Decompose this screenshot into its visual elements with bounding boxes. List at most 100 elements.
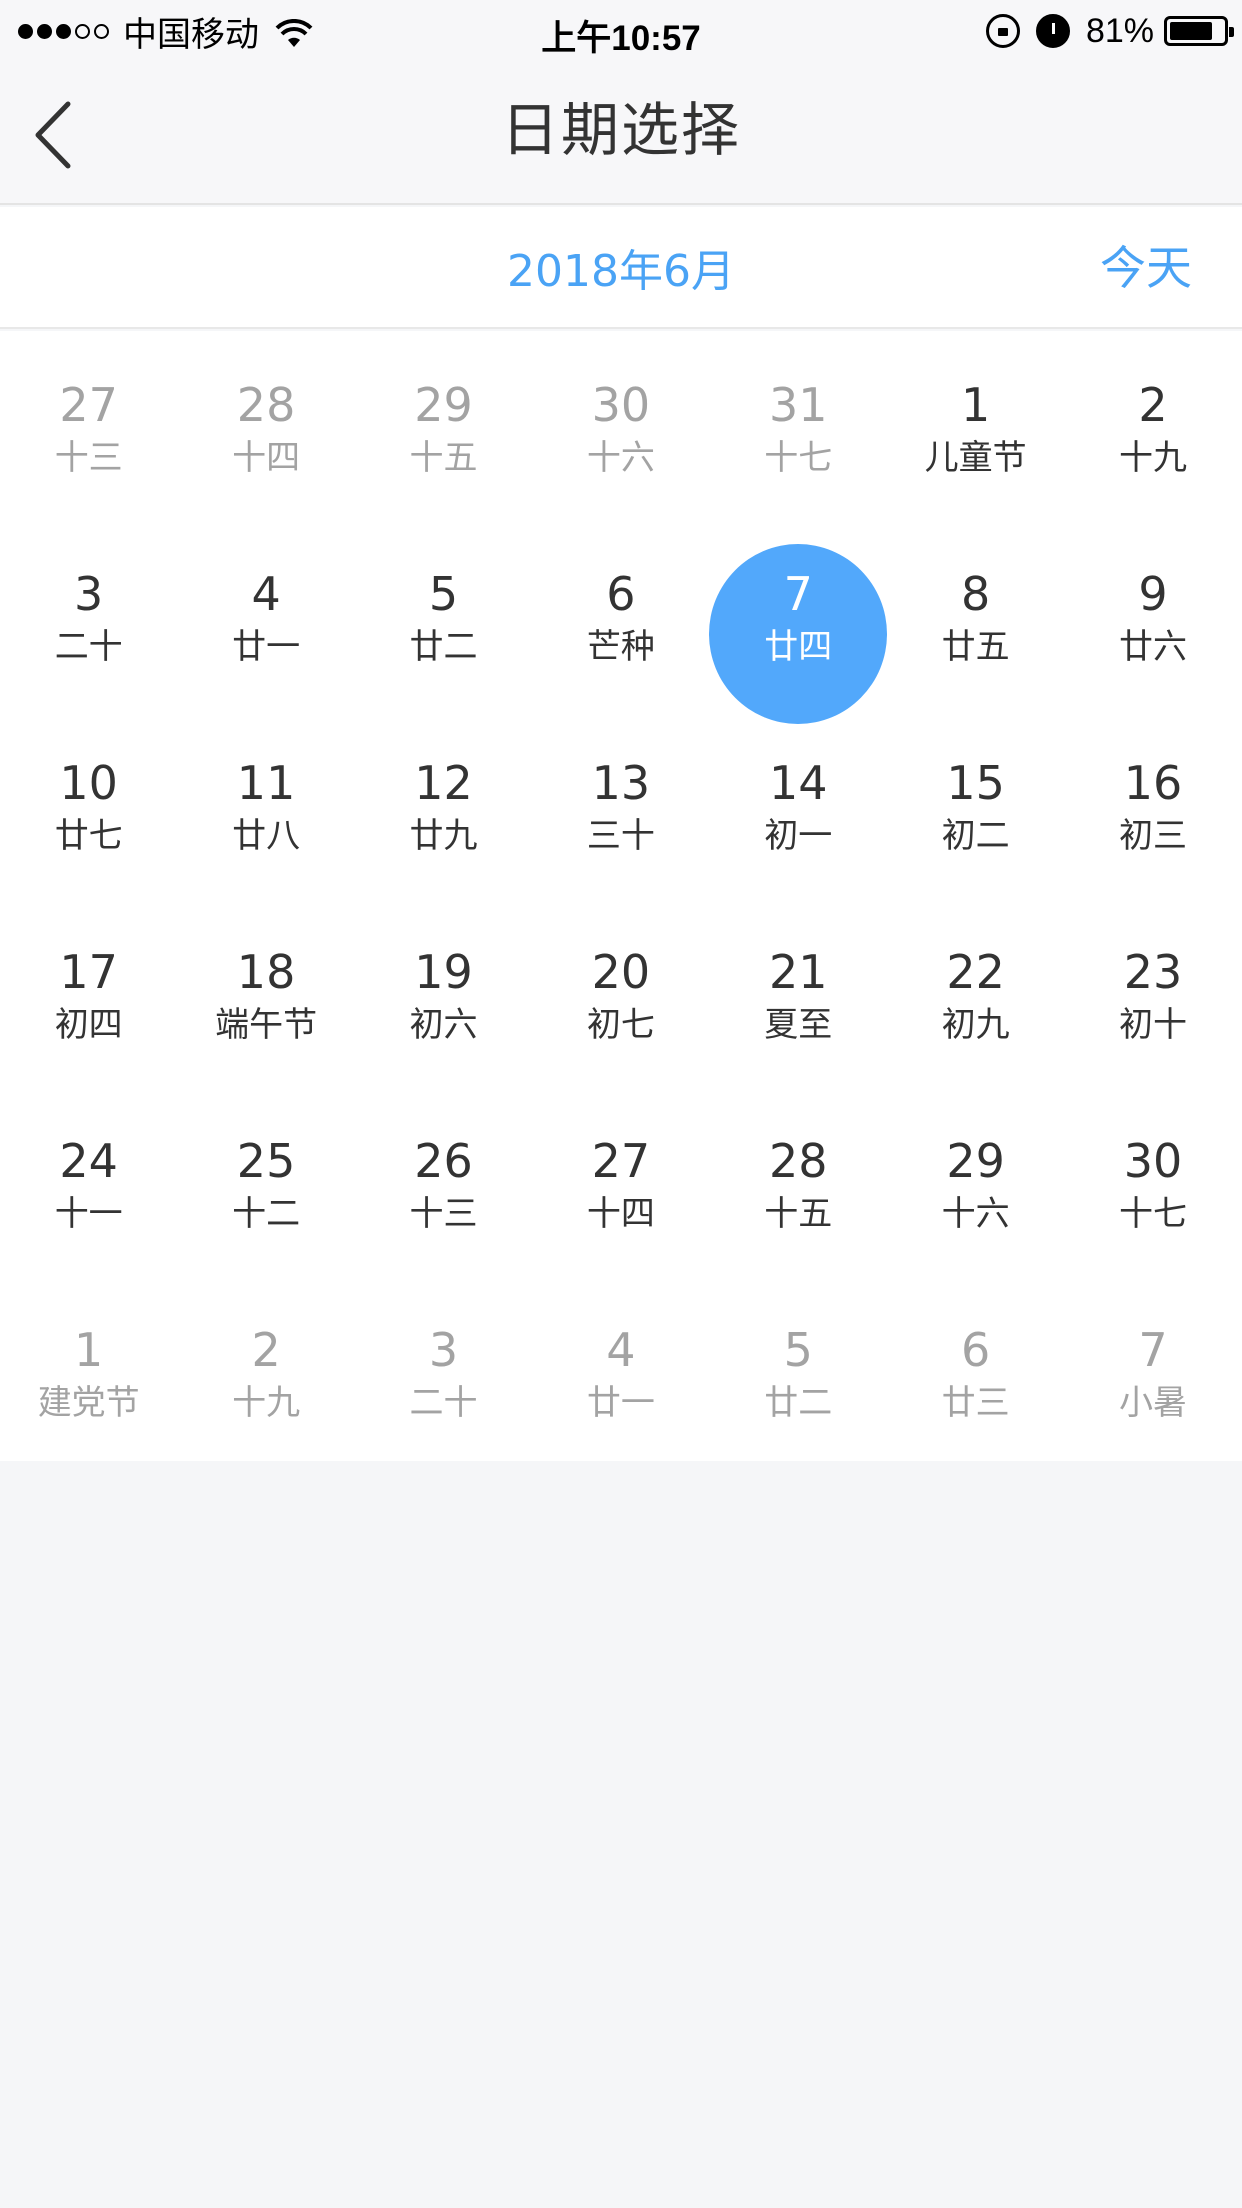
day-cell[interactable]: 1 建党节: [0, 1276, 177, 1465]
day-cell[interactable]: 18 端午节: [177, 898, 354, 1087]
day-lunar-label: 十三: [409, 1194, 478, 1234]
day-number: 1: [74, 1323, 104, 1377]
day-cell[interactable]: 9 廿六: [1064, 520, 1241, 709]
day-cell[interactable]: 31 十七: [710, 331, 887, 520]
day-lunar-label: 十四: [232, 438, 301, 478]
today-button[interactable]: 今天: [1100, 207, 1192, 329]
day-cell-inner: 27 十四: [532, 1111, 710, 1291]
day-cell-inner: 11 廿八: [177, 733, 355, 913]
day-number: 28: [768, 1134, 828, 1188]
day-number: 11: [236, 756, 296, 810]
day-cell[interactable]: 27 十三: [0, 331, 177, 520]
day-cell[interactable]: 21 夏至: [710, 898, 887, 1087]
month-header: 2018年6月 今天: [0, 207, 1242, 329]
day-cell[interactable]: 5 廿二: [710, 1276, 887, 1465]
day-cell[interactable]: 28 十四: [177, 331, 354, 520]
day-cell[interactable]: 29 十五: [355, 331, 532, 520]
day-cell[interactable]: 17 初四: [0, 898, 177, 1087]
day-number: 14: [768, 756, 828, 810]
day-number: 3: [428, 1323, 459, 1377]
orientation-lock-icon: [985, 14, 1020, 48]
day-cell[interactable]: 7 小暑: [1064, 1276, 1241, 1465]
day-number: 9: [1138, 567, 1168, 621]
day-cell[interactable]: 4 廿一: [532, 1276, 709, 1465]
day-cell[interactable]: 5 廿二: [355, 520, 532, 709]
day-cell[interactable]: 11 廿八: [177, 709, 354, 898]
week-row: 24 十一 25 十二 26 十三 27 十四 28 十五 29 十六 30 十七: [0, 1087, 1242, 1276]
day-cell[interactable]: 30 十六: [532, 331, 709, 520]
day-cell[interactable]: 8 廿五: [887, 520, 1064, 709]
day-cell[interactable]: 2 十九: [177, 1276, 354, 1465]
day-cell-inner: 3 二十: [0, 544, 178, 724]
day-lunar-label: 二十: [409, 1383, 478, 1423]
day-lunar-label: 十三: [54, 438, 123, 478]
page-title: 日期选择: [500, 96, 741, 164]
day-number: 22: [946, 945, 1005, 999]
day-cell[interactable]: 19 初六: [355, 898, 532, 1087]
day-number: 4: [251, 567, 281, 621]
week-row: 1 建党节 2 十九 3 二十 4 廿一 5 廿二 6 廿三 7 小暑: [0, 1276, 1242, 1465]
week-row: 17 初四 18 端午节 19 初六 20 初七 21 夏至 22 初九 23 初十: [0, 898, 1242, 1087]
day-cell-selected[interactable]: 7 廿四: [709, 520, 888, 724]
day-cell[interactable]: 12 廿九: [355, 709, 532, 898]
day-cell-inner: 9 廿六: [1064, 544, 1242, 724]
day-cell[interactable]: 30 十七: [1064, 1087, 1241, 1276]
day-lunar-label: 十四: [586, 1194, 655, 1234]
day-cell-inner: 2 十九: [1064, 355, 1242, 535]
day-cell-inner: 24 十一: [0, 1111, 178, 1291]
day-number: 6: [606, 567, 636, 621]
day-cell-inner: 1 建党节: [0, 1300, 178, 1480]
day-lunar-label: 廿一: [586, 1383, 655, 1423]
day-cell[interactable]: 2 十九: [1064, 331, 1241, 520]
day-cell-inner: 4 廿一: [532, 1300, 710, 1480]
day-cell[interactable]: 24 十一: [0, 1087, 177, 1276]
day-cell-inner: 27 十三: [0, 355, 178, 535]
day-cell[interactable]: 15 初二: [887, 709, 1064, 898]
day-cell-inner: 4 廿一: [177, 544, 355, 724]
day-cell-inner: 14 初一: [709, 733, 887, 913]
day-cell[interactable]: 14 初一: [710, 709, 887, 898]
day-number: 6: [961, 1323, 991, 1377]
day-cell[interactable]: 25 十二: [177, 1087, 354, 1276]
day-cell-inner: 16 初三: [1064, 733, 1242, 913]
day-lunar-label: 廿一: [232, 627, 301, 667]
day-cell[interactable]: 6 廿三: [887, 1276, 1064, 1465]
battery-percentage: 81%: [1085, 11, 1154, 50]
day-cell[interactable]: 23 初十: [1064, 898, 1241, 1087]
day-cell-inner: 28 十四: [177, 355, 355, 535]
day-cell[interactable]: 26 十三: [355, 1087, 532, 1276]
day-cell[interactable]: 1 儿童节: [887, 331, 1064, 520]
day-cell[interactable]: 13 三十: [532, 709, 709, 898]
day-cell[interactable]: 4 廿一: [177, 520, 354, 709]
day-cell-inner: 19 初六: [354, 922, 532, 1102]
day-cell[interactable]: 6 芒种: [532, 520, 709, 709]
day-number: 3: [74, 567, 104, 621]
week-row: 10 廿七 11 廿八 12 廿九 13 三十 14 初一 15 初二 16 初三: [0, 709, 1242, 898]
day-cell-inner: 20 初七: [532, 922, 710, 1102]
day-cell[interactable]: 3 二十: [0, 520, 177, 709]
day-cell-inner: 25 十二: [177, 1111, 355, 1291]
day-lunar-label: 廿二: [764, 1383, 833, 1423]
day-number: 25: [236, 1134, 296, 1188]
day-lunar-label: 十二: [232, 1194, 301, 1234]
day-cell[interactable]: 22 初九: [887, 898, 1064, 1087]
day-lunar-label: 初三: [1119, 816, 1188, 856]
day-cell-inner: 5 廿二: [354, 544, 532, 724]
day-lunar-label: 初二: [941, 816, 1010, 856]
day-cell[interactable]: 10 廿七: [0, 709, 177, 898]
day-cell[interactable]: 28 十五: [710, 1087, 887, 1276]
day-lunar-label: 三十: [586, 816, 655, 856]
day-cell-inner: 12 廿九: [354, 733, 532, 913]
day-lunar-label: 十五: [764, 1194, 833, 1234]
day-cell-inner: 2 十九: [177, 1300, 355, 1480]
day-cell[interactable]: 16 初三: [1064, 709, 1241, 898]
day-cell[interactable]: 3 二十: [355, 1276, 532, 1465]
day-cell-inner: 30 十六: [532, 355, 710, 535]
day-lunar-label: 廿九: [409, 816, 478, 856]
day-cell[interactable]: 29 十六: [887, 1087, 1064, 1276]
day-lunar-label: 初十: [1119, 1005, 1188, 1045]
day-cell[interactable]: 27 十四: [532, 1087, 709, 1276]
day-number: 21: [768, 945, 828, 999]
day-cell[interactable]: 20 初七: [532, 898, 709, 1087]
day-cell-inner: 8 廿五: [887, 544, 1065, 724]
